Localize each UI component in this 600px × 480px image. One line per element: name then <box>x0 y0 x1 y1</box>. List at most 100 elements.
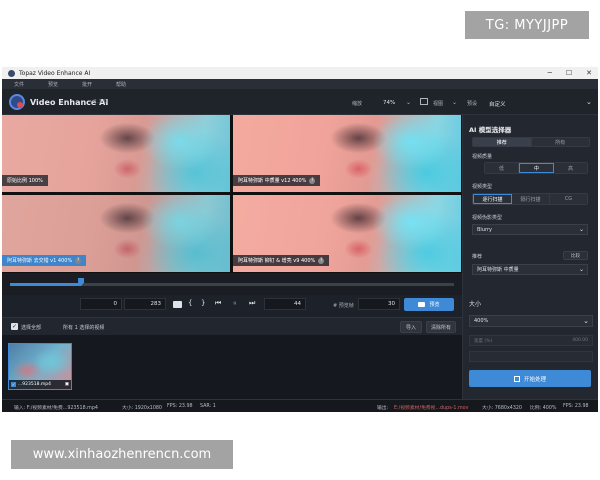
import-button[interactable]: 导入 <box>400 321 422 333</box>
type-progressive[interactable]: 逐行扫描 <box>473 194 512 204</box>
window-title: Topaz Video Enhance AI <box>19 69 91 77</box>
recommend-select[interactable]: 阿耳特弥斯 中质量 ⌄ <box>472 264 588 275</box>
status-input-size: 大小: 1920x1080 <box>122 406 162 411</box>
tab-recommended[interactable]: 推荐 <box>473 138 532 146</box>
play-icon[interactable]: ⏭ <box>249 299 255 308</box>
recommend-value: 阿耳特弥斯 中质量 <box>477 267 519 273</box>
quality-selector: 低 中 高 <box>484 162 588 174</box>
status-input: 输入: F:/视频素材/免费...923518.mp4 <box>14 406 98 411</box>
preview-pane-model-3[interactable]: 阿耳特弥斯 铆钉 & 增亮 v9 400%? <box>233 195 461 272</box>
step-back-icon[interactable]: ⏮ <box>215 299 221 308</box>
chevron-down-icon[interactable]: ⌄ <box>452 99 457 106</box>
defect-label: 视频伪影类型 <box>472 215 503 221</box>
quality-low[interactable]: 低 <box>485 163 519 173</box>
watermark-bottom: www.xinhaozhenrencn.com <box>11 440 233 469</box>
preview-frames-label: # 预览帧 <box>333 303 354 309</box>
help-icon[interactable]: ? <box>309 177 316 184</box>
size-value: 400% <box>474 318 489 324</box>
compare-button[interactable]: 比较 <box>563 251 588 260</box>
size-title: 大小 <box>469 301 482 308</box>
help-icon[interactable]: ? <box>318 257 325 264</box>
pane-label-text: 阿耳特弥斯 铆钉 & 增亮 v9 400% <box>238 258 316 264</box>
status-output-path[interactable]: E:/视频素材/免费视...dups-1.mov <box>394 404 468 411</box>
video-queue: ✓ ...923518.mp4 ▣ <box>2 335 462 399</box>
height-field[interactable] <box>469 351 593 362</box>
bracket-left-icon[interactable]: { <box>188 299 192 307</box>
recommend-label: 推荐 <box>472 254 483 260</box>
split-view-icon[interactable] <box>420 98 428 105</box>
status-output-ratio: 比例: 400% <box>530 406 557 411</box>
status-output-label: 输出: <box>377 406 389 411</box>
status-input-fps: FPS: 23.98 <box>167 404 193 409</box>
camera-icon[interactable] <box>173 301 182 308</box>
preview-button[interactable]: 预览 <box>404 298 454 311</box>
status-bar: 输入: F:/视频素材/免费...923518.mp4 大小: 1920x108… <box>2 399 598 412</box>
type-cg[interactable]: CG <box>550 194 587 204</box>
lock-icon: ▣ <box>64 382 69 387</box>
pause-icon[interactable]: ⏸ <box>233 299 237 308</box>
minimize-icon[interactable]: ─ <box>548 69 552 77</box>
app-header: Video Enhance AI v2.3.0 缩放 74% ⌄ 视图 ⌄ 预设… <box>2 89 598 115</box>
pane-label-text: 阿耳特弥斯 去交错 v1 400% <box>7 258 73 264</box>
tab-all[interactable]: 所有 <box>531 138 589 146</box>
menu-bar: 文件 预览 批开 帮助 <box>2 79 598 89</box>
select-all-label[interactable]: 选择全部 <box>21 324 41 331</box>
pane-label-text: 原始比例 100% <box>7 178 43 184</box>
panel-title: AI 模型选择器 <box>469 126 512 134</box>
app-logo-icon <box>9 94 25 110</box>
quality-medium[interactable]: 中 <box>519 163 554 173</box>
timeline-track[interactable] <box>10 283 454 286</box>
preview-pane-model-2[interactable]: 阿耳特弥斯 去交错 v1 400%? <box>2 195 230 272</box>
pane-label-text: 阿耳特弥斯 中质量 v12 400% <box>238 178 307 184</box>
queue-item-caption: ✓ ...923518.mp4 ▣ <box>9 380 71 389</box>
zoom-label: 缩放 <box>352 101 363 107</box>
status-output-size: 大小: 7680x4320 <box>482 406 522 411</box>
start-frame-input[interactable]: 0 <box>80 298 122 310</box>
start-processing-button[interactable]: 开始处理 <box>469 370 591 387</box>
chevron-down-icon[interactable]: ⌄ <box>586 98 592 106</box>
preview-frames-input[interactable]: 30 <box>358 298 400 310</box>
bracket-right-icon[interactable]: } <box>201 299 205 307</box>
preview-pane-model-1[interactable]: 阿耳特弥斯 中质量 v12 400%? <box>233 115 461 192</box>
select-all-checkbox[interactable]: ✓ <box>11 323 18 330</box>
defect-select[interactable]: Blurry ⌄ <box>472 224 588 235</box>
chevron-down-icon: ⌄ <box>578 226 584 233</box>
chevron-down-icon[interactable]: ⌄ <box>406 99 411 106</box>
queue-item[interactable]: ✓ ...923518.mp4 ▣ <box>8 343 72 390</box>
menu-preview[interactable]: 预览 <box>48 81 58 88</box>
size-select[interactable]: 400% ⌄ <box>469 315 593 327</box>
pane-label: 阿耳特弥斯 中质量 v12 400%? <box>233 175 321 186</box>
width-field[interactable]: 宽度 (%) 400.00 <box>469 335 593 346</box>
selected-info: 所有 1 选择的视频 <box>63 325 105 331</box>
zoom-select[interactable]: 74% <box>383 100 395 106</box>
preview-pane-original[interactable]: 原始比例 100% <box>2 115 230 192</box>
current-frame-input[interactable]: 44 <box>264 298 306 310</box>
width-value: 400.00 <box>572 338 588 343</box>
type-interlaced[interactable]: 隔行扫描 <box>512 194 550 204</box>
app-window: Topaz Video Enhance AI ─ ☐ ✕ 文件 预览 批开 帮助… <box>2 67 598 412</box>
status-input-sar: SAR: 1 <box>200 404 216 409</box>
ai-model-panel: AI 模型选择器 推荐 所有 视频质量 低 中 高 视频类型 逐行扫描 隔行扫描… <box>462 115 598 399</box>
status-output-fps: FPS: 23.98 <box>563 404 589 409</box>
menu-help[interactable]: 帮助 <box>116 81 126 88</box>
end-frame-input[interactable]: 283 <box>124 298 166 310</box>
app-logo-small-icon <box>8 69 15 77</box>
start-processing-label: 开始处理 <box>523 376 546 383</box>
pane-label-selected: 阿耳特弥斯 去交错 v1 400%? <box>2 255 87 266</box>
title-bar: Topaz Video Enhance AI ─ ☐ ✕ <box>2 67 598 79</box>
preview-icon <box>418 302 426 307</box>
quality-high[interactable]: 高 <box>554 163 587 173</box>
view-select[interactable]: 视图 <box>433 100 443 107</box>
preset-select[interactable]: 自定义 <box>489 100 506 108</box>
help-icon[interactable]: ? <box>75 257 82 264</box>
clear-all-button[interactable]: 清除所有 <box>426 321 456 333</box>
pane-label: 原始比例 100% <box>2 175 48 186</box>
preset-label: 预设 <box>467 101 478 107</box>
menu-batch[interactable]: 批开 <box>82 81 92 88</box>
close-icon[interactable]: ✕ <box>586 69 592 77</box>
maximize-icon[interactable]: ☐ <box>566 69 572 77</box>
timeline <box>2 273 462 295</box>
menu-file[interactable]: 文件 <box>14 81 24 88</box>
queue-item-checkbox[interactable]: ✓ <box>11 382 16 387</box>
width-label: 宽度 (%) <box>474 338 493 344</box>
